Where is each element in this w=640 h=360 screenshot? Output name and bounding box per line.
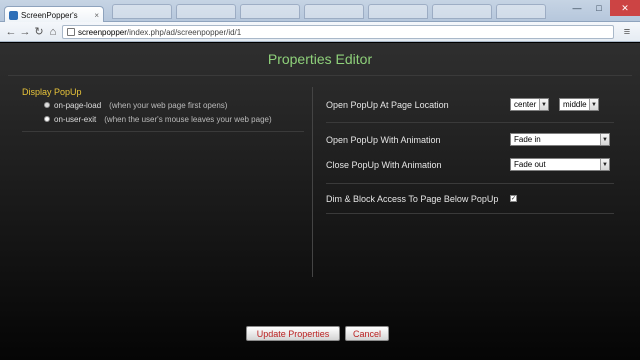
option-description: (when your web page first opens) [109,100,228,110]
select-value: middle [563,100,587,109]
column-divider [312,87,313,277]
url-text: screenpopper/index.php/ad/screenpopper/i… [78,28,241,37]
option-name: on-user-exit [54,114,97,124]
option-description: (when the user's mouse leaves your web p… [104,114,272,124]
option-name: on-page-load [54,100,102,110]
title-divider [8,75,632,76]
section-divider [22,131,304,132]
option-on-user-exit[interactable]: on-user-exit (when the user's mouse leav… [44,113,312,125]
select-value: Fade in [514,135,541,144]
background-tab[interactable] [496,4,546,19]
url-host: screenpopper [78,27,127,37]
display-popup-label: Display PopUp [22,87,82,97]
minimize-icon[interactable]: — [566,0,588,16]
chevron-down-icon: ▼ [600,159,609,170]
tab-strip: ScreenPopper's × — □ ✕ [0,0,640,23]
location-vertical-select[interactable]: middle ▼ [559,98,599,111]
select-value: center [514,100,537,109]
forward-icon[interactable]: → [18,25,32,39]
background-tab[interactable] [240,4,300,19]
dim-block-checkbox[interactable]: ✓ [510,195,517,202]
row-divider [326,183,614,184]
tab-title: ScreenPopper's [21,10,78,20]
select-value: Fade out [514,160,546,169]
background-tab[interactable] [112,4,172,19]
address-bar[interactable]: screenpopper/index.php/ad/screenpopper/i… [62,25,614,39]
chevron-down-icon: ▼ [539,99,548,110]
page-icon [67,28,75,36]
radio-on-user-exit[interactable] [44,116,50,122]
properties-editor-page: Properties Editor Display PopUp on-page-… [0,43,640,360]
background-tab[interactable] [176,4,236,19]
window-controls: — □ ✕ [566,0,640,16]
close-window-icon[interactable]: ✕ [610,0,640,16]
radio-on-page-load[interactable] [44,102,50,108]
back-icon[interactable]: ← [4,25,18,39]
reload-icon[interactable]: ↻ [32,25,46,39]
background-tab[interactable] [368,4,428,19]
chevron-down-icon: ▼ [589,99,598,110]
location-label: Open PopUp At Page Location [326,100,449,110]
dim-block-label: Dim & Block Access To Page Below PopUp [326,194,499,204]
close-animation-label: Close PopUp With Animation [326,160,442,170]
tab-close-icon[interactable]: × [94,11,99,20]
close-animation-select[interactable]: Fade out ▼ [510,158,610,171]
open-animation-label: Open PopUp With Animation [326,135,441,145]
display-popup-section: Display PopUp on-page-load (when your we… [22,87,312,125]
url-path: /index.php/ad/screenpopper/id/1 [126,27,242,37]
open-animation-select[interactable]: Fade in ▼ [510,133,610,146]
option-on-page-load[interactable]: on-page-load (when your web page first o… [44,99,312,111]
location-horizontal-select[interactable]: center ▼ [510,98,549,111]
row-divider [326,213,614,214]
browser-toolbar: ← → ↻ ⌂ screenpopper/index.php/ad/screen… [0,22,640,42]
favicon-icon [9,10,18,20]
cancel-button[interactable]: Cancel [345,326,389,341]
tab-screenpopper[interactable]: ScreenPopper's × [4,6,104,23]
dim-block-row: Dim & Block Access To Page Below PopUp [326,192,616,206]
maximize-icon[interactable]: □ [588,0,610,16]
wrench-icon[interactable]: ≡ [620,25,634,39]
update-properties-button[interactable]: Update Properties [246,326,340,341]
background-tab[interactable] [304,4,364,19]
home-icon[interactable]: ⌂ [46,25,60,39]
chevron-down-icon: ▼ [600,134,609,145]
row-divider [326,122,614,123]
page-title: Properties Editor [267,51,373,67]
background-tab[interactable] [432,4,492,19]
